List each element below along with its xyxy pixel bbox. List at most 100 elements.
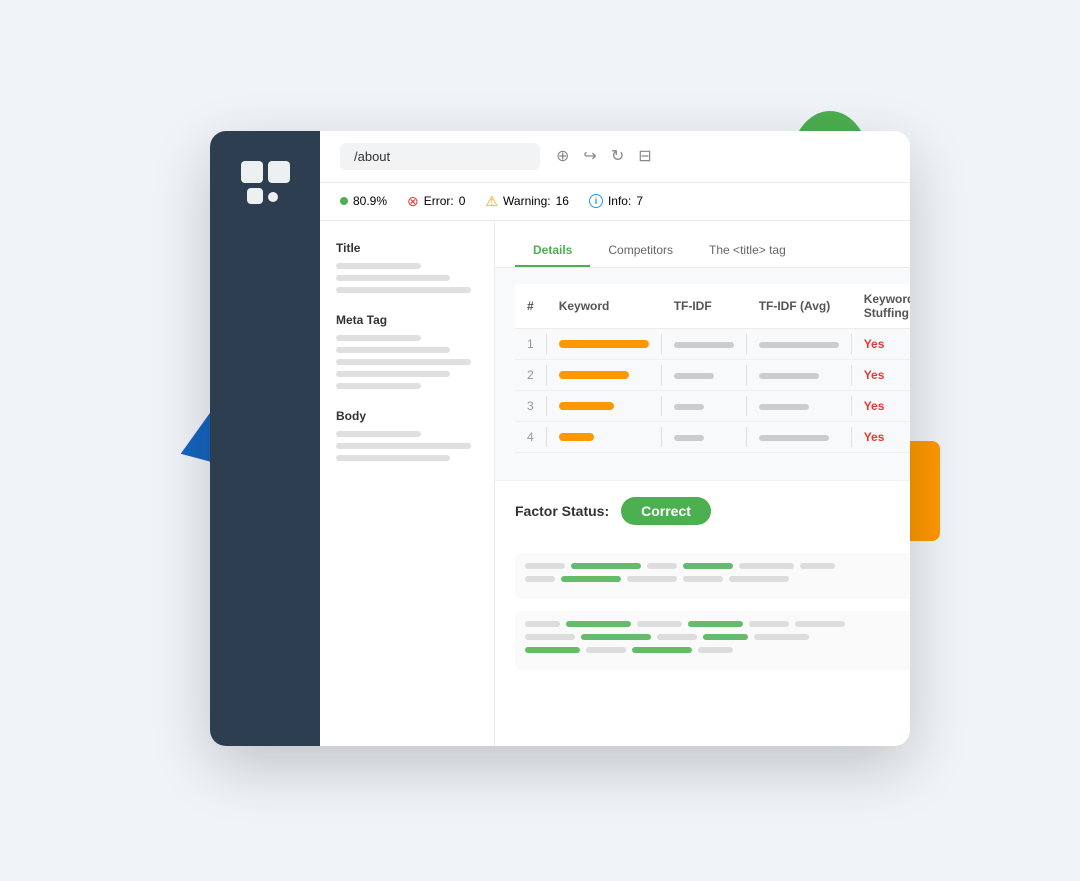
info-label: Info: (608, 194, 631, 208)
refresh-icon[interactable]: ↻ (611, 146, 624, 166)
score-dot (340, 197, 348, 205)
nav-ph-5 (336, 347, 450, 353)
nav-section-title: Title (336, 241, 478, 293)
nav-ph-11 (336, 455, 450, 461)
error-count: 0 (459, 194, 466, 208)
col-header-tfidf-avg: TF-IDF (Avg) (747, 284, 851, 329)
nav-title-label: Title (336, 241, 478, 255)
text-line-4 (525, 634, 910, 640)
main-content: /about ⊕ ↪ ↻ ⊟ 80.9% ⊗ Error: 0 (320, 131, 910, 746)
logo-square-3 (268, 161, 290, 183)
share-icon[interactable]: ↪ (583, 146, 596, 166)
seg-green (703, 634, 748, 640)
seg (647, 563, 677, 569)
seg (739, 563, 794, 569)
correct-badge: Correct (621, 497, 711, 525)
tfidf-cell-2 (662, 359, 746, 390)
content-area: Title Meta Tag Body (320, 221, 910, 746)
tab-competitors[interactable]: Competitors (590, 235, 691, 267)
table-row: 3 Yes (515, 390, 910, 421)
seg-green (683, 563, 733, 569)
url-display: /about (340, 143, 540, 170)
score-status: 80.9% (340, 194, 387, 208)
nav-section-meta: Meta Tag (336, 313, 478, 389)
nav-ph-3 (336, 287, 471, 293)
stuffing-cell-1: Yes (852, 328, 910, 359)
seg (525, 576, 555, 582)
sidebar (210, 131, 320, 746)
scene: /about ⊕ ↪ ↻ ⊟ 80.9% ⊗ Error: 0 (110, 81, 970, 801)
seg-green (632, 647, 692, 653)
tfidf-cell-4 (662, 421, 746, 452)
score-value: 80.9% (353, 194, 387, 208)
seg (729, 576, 789, 582)
table-row: 4 Yes (515, 421, 910, 452)
status-bar: 80.9% ⊗ Error: 0 ⚠ Warning: 16 i Info: 7 (320, 183, 910, 221)
row-num-1: 1 (515, 328, 546, 359)
nav-ph-2 (336, 275, 450, 281)
keyword-cell-2 (547, 359, 661, 390)
text-preview (495, 541, 910, 746)
tfidf-avg-cell-1 (747, 328, 851, 359)
col-header-keyword: Keyword (547, 284, 661, 329)
tfidf-avg-cell-4 (747, 421, 851, 452)
seg-green (525, 647, 580, 653)
seg (749, 621, 789, 627)
seg (525, 621, 560, 627)
keyword-cell-3 (547, 390, 661, 421)
text-line-1 (525, 563, 910, 569)
logo-dot (268, 192, 278, 202)
left-nav: Title Meta Tag Body (320, 221, 495, 746)
text-line-3 (525, 621, 910, 627)
info-count: 7 (636, 194, 643, 208)
col-header-tfidf: TF-IDF (662, 284, 746, 329)
seg-green (581, 634, 651, 640)
plus-icon[interactable]: ⊕ (556, 146, 569, 166)
keyword-table: # Keyword TF-IDF TF-IDF (Avg) Keyword St… (515, 284, 910, 453)
toolbar-icons: ⊕ ↪ ↻ ⊟ (556, 146, 652, 166)
seg (525, 634, 575, 640)
error-label: Error: (424, 194, 454, 208)
row-num-4: 4 (515, 421, 546, 452)
tfidf-cell-3 (662, 390, 746, 421)
table-row: 1 Yes (515, 328, 910, 359)
text-line-2 (525, 576, 910, 582)
seg (525, 563, 565, 569)
stuffing-cell-3: Yes (852, 390, 910, 421)
nav-ph-8 (336, 383, 421, 389)
nav-ph-7 (336, 371, 450, 377)
seg (637, 621, 682, 627)
text-block-1 (515, 553, 910, 599)
seg (800, 563, 835, 569)
bookmark-icon[interactable]: ⊟ (638, 146, 651, 166)
nav-ph-6 (336, 359, 471, 365)
table-row: 2 Yes (515, 359, 910, 390)
warning-count: 16 (556, 194, 569, 208)
seg (754, 634, 809, 640)
tab-details[interactable]: Details (515, 235, 590, 267)
logo (240, 161, 290, 204)
tabs-bar: Details Competitors The <title> tag (495, 221, 910, 268)
stuffing-cell-4: Yes (852, 421, 910, 452)
warning-label: Warning: (503, 194, 551, 208)
factor-status-label: Factor Status: (515, 503, 609, 519)
logo-square-1 (241, 161, 263, 183)
tfidf-avg-cell-3 (747, 390, 851, 421)
nav-ph-1 (336, 263, 421, 269)
factor-status-bar: Factor Status: Correct (495, 480, 910, 541)
seg (698, 647, 733, 653)
tfidf-avg-cell-2 (747, 359, 851, 390)
row-num-2: 2 (515, 359, 546, 390)
nav-ph-10 (336, 443, 471, 449)
seg (657, 634, 697, 640)
warning-status: ⚠ Warning: 16 (485, 193, 569, 210)
col-header-num: # (515, 284, 546, 329)
keyword-cell-4 (547, 421, 661, 452)
seg (683, 576, 723, 582)
nav-body-label: Body (336, 409, 478, 423)
text-block-2 (515, 611, 910, 670)
tab-title-tag[interactable]: The <title> tag (691, 235, 804, 267)
text-line-5 (525, 647, 910, 653)
nav-ph-4 (336, 335, 421, 341)
keyword-cell-1 (547, 328, 661, 359)
